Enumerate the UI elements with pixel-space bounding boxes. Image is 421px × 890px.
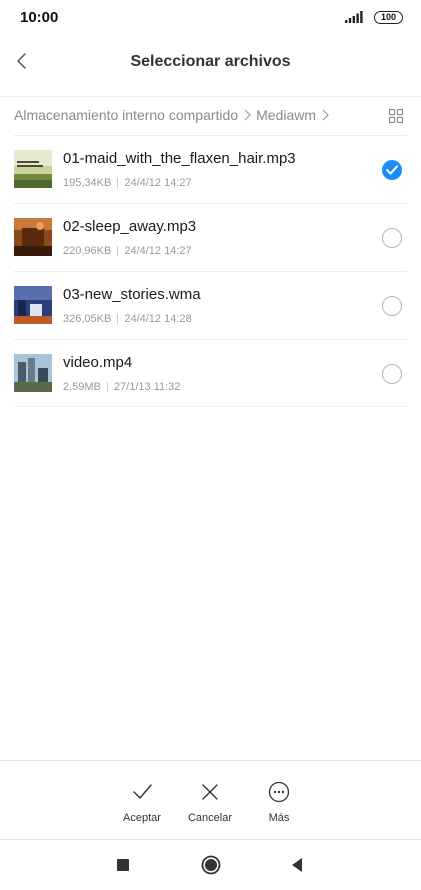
chevron-right-icon [322,109,329,121]
file-row[interactable]: video.mp4 2,59MB 27/1/13 11:32 [14,339,407,407]
video-thumbnail [14,354,52,392]
select-checkbox[interactable] [382,228,402,248]
home-icon[interactable] [201,855,221,875]
system-nav-bar [0,841,421,890]
select-checkbox[interactable] [382,364,402,384]
file-meta: 220,96KB 24/4/12 14:27 [63,245,192,257]
page-title: Seleccionar archivos [130,53,291,70]
file-size: 220,96KB [63,245,112,257]
close-icon [202,784,218,800]
file-row[interactable]: 01-maid_with_the_flaxen_hair.mp3 195,34K… [14,135,407,203]
select-checkbox[interactable] [382,160,402,180]
status-time: 10:00 [20,9,59,26]
file-date: 27/1/13 11:32 [113,381,181,393]
battery-level: 100 [380,12,397,22]
meta-divider [117,178,119,188]
checkmark-icon [386,165,398,175]
file-meta: 195,34KB 24/4/12 14:27 [63,177,192,189]
file-row[interactable]: 03-new_stories.wma 326,05KB 24/4/12 14:2… [14,271,407,339]
breadcrumb-item-mediawm[interactable]: Mediawm [256,107,316,123]
accept-button[interactable]: Aceptar [112,781,172,824]
file-row[interactable]: 02-sleep_away.mp3 220,96KB 24/4/12 14:27 [14,203,407,271]
more-button[interactable]: Más [249,781,309,824]
signal-icon [345,11,363,23]
file-meta: 326,05KB 24/4/12 14:28 [63,313,192,325]
file-name: 02-sleep_away.mp3 [63,218,197,235]
breadcrumb-item-storage[interactable]: Almacenamiento interno compartido [14,107,238,123]
cancel-label: Cancelar [187,812,233,824]
chevron-right-icon [244,109,251,121]
album-art-thumbnail [14,286,52,324]
check-icon [133,784,152,799]
meta-divider [106,382,108,392]
select-checkbox[interactable] [382,296,402,316]
file-size: 195,34KB [63,177,112,189]
file-meta: 2,59MB 27/1/13 11:32 [63,381,180,393]
breadcrumb-row: Almacenamiento interno compartido Mediaw… [0,96,421,134]
accept-label: Aceptar [123,812,161,824]
recents-icon[interactable] [113,855,133,875]
file-name: 03-new_stories.wma [63,286,201,303]
meta-divider [117,246,119,256]
breadcrumb: Almacenamiento interno compartido Mediaw… [14,107,334,123]
file-size: 2,59MB [63,381,101,393]
battery-icon: 100 [374,11,403,24]
meta-divider [117,314,119,324]
more-label: Más [268,812,290,824]
file-date: 24/4/12 14:27 [124,245,192,257]
cancel-button[interactable]: Cancelar [180,781,240,824]
file-name: video.mp4 [63,354,133,371]
header: Seleccionar archivos [0,38,421,88]
grid-view-icon[interactable] [389,109,403,123]
status-bar: 10:00 100 [0,0,421,34]
album-art-thumbnail [14,150,52,188]
file-size: 326,05KB [63,313,112,325]
file-date: 24/4/12 14:27 [124,177,192,189]
file-date: 24/4/12 14:28 [124,313,192,325]
album-art-thumbnail [14,218,52,256]
file-list: 01-maid_with_the_flaxen_hair.mp3 195,34K… [14,135,407,407]
more-options-icon [268,781,290,803]
back-nav-icon[interactable] [287,855,307,875]
action-bar: Aceptar Cancelar Más [0,760,421,840]
file-name: 01-maid_with_the_flaxen_hair.mp3 [63,150,296,167]
